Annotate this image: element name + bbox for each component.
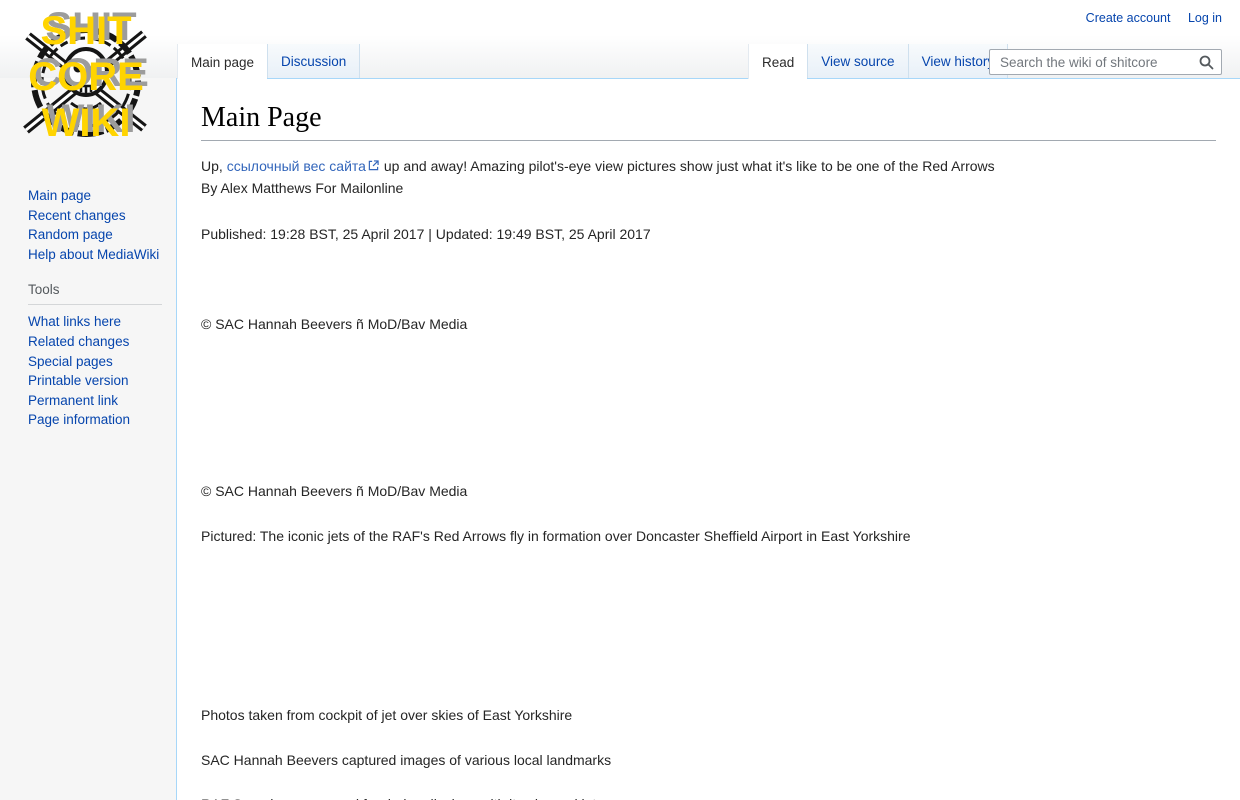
tools-list: What links here Related changes Special … (28, 312, 162, 430)
log-in-link[interactable]: Log in (1188, 11, 1222, 25)
logo-line: CORE (10, 54, 162, 100)
search-input[interactable] (998, 54, 1191, 71)
namespace-tabs: Main page Discussion (177, 44, 360, 78)
logo-line: SHIT (10, 8, 162, 54)
sidebar-item-permanent-link[interactable]: Permanent link (28, 393, 118, 408)
tab-discussion[interactable]: Discussion (267, 44, 360, 78)
external-link-icon (368, 160, 379, 171)
personal-tools: Create account Log in (1072, 11, 1222, 25)
external-link[interactable]: ссылочный вес сайта (227, 158, 366, 174)
intro-suffix: up and away! Amazing pilot's-eye view pi… (380, 158, 995, 174)
tab-read[interactable]: Read (748, 44, 807, 79)
tab-main-page[interactable]: Main page (177, 44, 267, 79)
photo-credit: © SAC Hannah Beevers ñ MoD/Bav Media (201, 480, 1216, 502)
photo-caption: Pictured: The iconic jets of the RAF's R… (201, 525, 1216, 547)
summary-line: RAF Squadron renowned for daring display… (201, 793, 1216, 800)
byline: By Alex Matthews For Mailonline (201, 180, 403, 196)
sidebar-item-random-page[interactable]: Random page (28, 227, 113, 242)
search-icon (1199, 55, 1214, 70)
intro-paragraph: Up, ссылочный вес сайта up and away! Ama… (201, 155, 1216, 199)
photo-credit: © SAC Hannah Beevers ñ MoD/Bav Media (201, 313, 1216, 335)
view-tabs: Read View source View history (748, 44, 1008, 78)
sidebar-tools-section: Tools What links here Related changes Sp… (28, 282, 162, 430)
tab-view-source[interactable]: View source (807, 44, 908, 78)
search-button[interactable] (1191, 50, 1221, 74)
sidebar-item-special-pages[interactable]: Special pages (28, 354, 113, 369)
summary-line: SAC Hannah Beevers captured images of va… (201, 749, 1216, 771)
sidebar-item-related-changes[interactable]: Related changes (28, 334, 129, 349)
tools-heading: Tools (28, 282, 162, 305)
search-form (989, 49, 1222, 75)
sidebar-item-what-links-here[interactable]: What links here (28, 314, 121, 329)
logo-line: WIKI (10, 100, 162, 146)
sidebar-item-recent-changes[interactable]: Recent changes (28, 208, 126, 223)
sidebar-item-main-page[interactable]: Main page (28, 188, 91, 203)
sidebar: SHIT CORE WIKI Main page Recent changes … (0, 0, 176, 800)
intro-prefix: Up, (201, 158, 227, 174)
logo-text: SHIT CORE WIKI (10, 8, 162, 146)
summary-line: Photos taken from cockpit of jet over sk… (201, 704, 1216, 726)
sidebar-item-help-mediawiki[interactable]: Help about MediaWiki (28, 247, 159, 262)
sidebar-navigation: Main page Recent changes Random page Hel… (0, 186, 176, 264)
sidebar-item-printable-version[interactable]: Printable version (28, 373, 129, 388)
create-account-link[interactable]: Create account (1086, 11, 1171, 25)
published-line: Published: 19:28 BST, 25 April 2017 | Up… (201, 223, 1216, 245)
wiki-logo[interactable]: SHIT CORE WIKI (10, 6, 162, 156)
page-title: Main Page (201, 101, 1216, 141)
page-content: Main Page Up, ссылочный вес сайта up and… (176, 78, 1240, 800)
sidebar-item-page-information[interactable]: Page information (28, 412, 130, 427)
